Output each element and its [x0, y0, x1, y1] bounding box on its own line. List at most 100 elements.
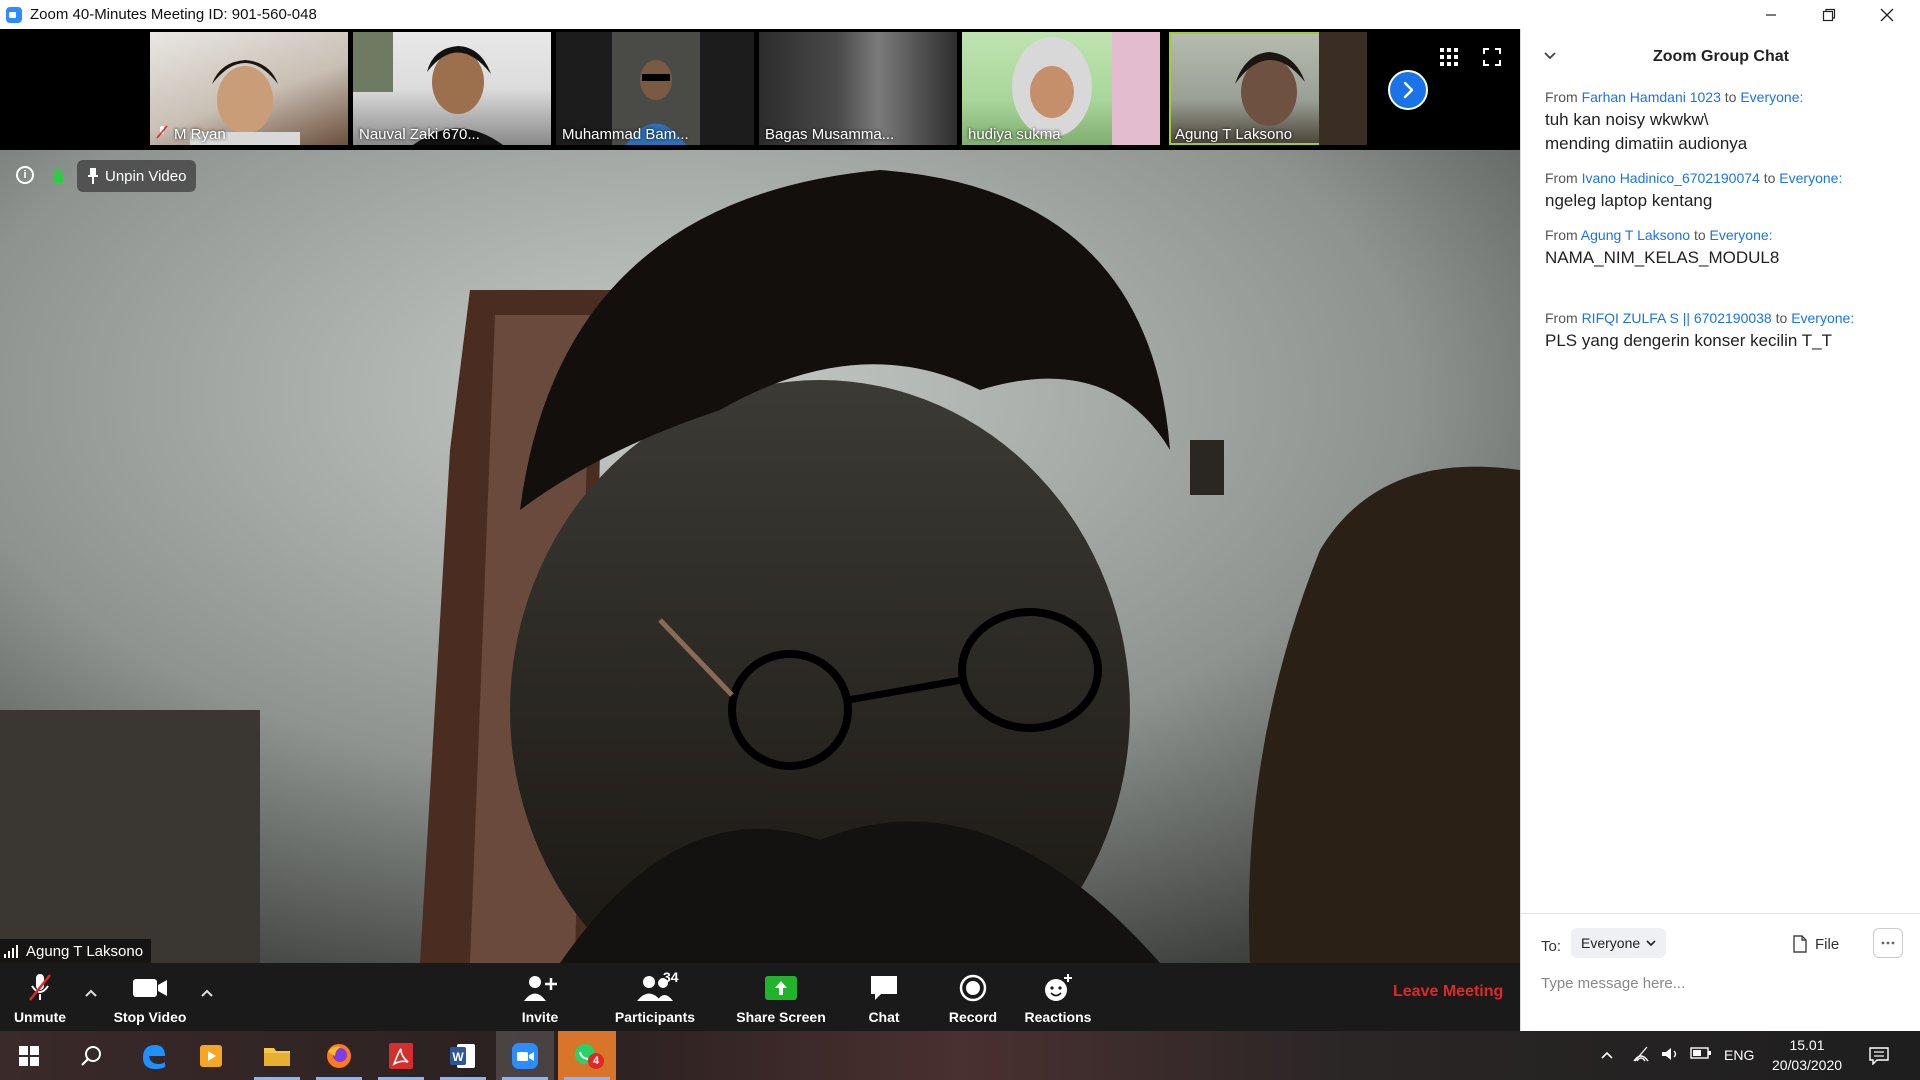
minimize-icon: [1766, 13, 1776, 16]
chevron-up-icon: [201, 989, 213, 997]
add-person-icon: [524, 976, 557, 1001]
encryption-lock-icon[interactable]: [52, 167, 64, 183]
action-center-button[interactable]: [1850, 1031, 1908, 1080]
taskbar-zoom[interactable]: [496, 1031, 554, 1080]
taskbar-firefox[interactable]: [310, 1031, 368, 1080]
close-icon: [1880, 8, 1894, 21]
chat-recipient: Everyone:: [1791, 310, 1855, 326]
taskbar-file-explorer[interactable]: [248, 1031, 306, 1080]
grid-icon: [1440, 48, 1458, 66]
stop-video-label: Stop Video: [113, 1009, 187, 1025]
taskbar-whatsapp[interactable]: 4: [558, 1031, 616, 1080]
chevron-down-icon[interactable]: [1543, 49, 1557, 63]
participants-count: 34: [663, 969, 679, 985]
chat-button[interactable]: Chat: [862, 963, 906, 1031]
meeting-info-icon[interactable]: i: [16, 166, 34, 184]
network-icon[interactable]: [1632, 1045, 1650, 1066]
chat-bubble-icon: [871, 976, 897, 1000]
whatsapp-badge: 4: [588, 1053, 604, 1069]
participant-strip: M Ryan Nauval Zaki 670... Muhammad Bam..…: [0, 29, 1520, 150]
record-button[interactable]: Record: [945, 963, 1001, 1031]
search-icon: [81, 1045, 101, 1066]
chat-label: Chat: [868, 1009, 900, 1025]
windows-taskbar: W 4 ENG 15.01 20/03/2020: [0, 1031, 1920, 1080]
participant-thumbnail-active[interactable]: Agung T Laksono: [1169, 32, 1367, 145]
chat-recipient: Everyone:: [1740, 89, 1804, 105]
chat-message-header: From Farhan Hamdani 1023 to Everyone:: [1545, 89, 1804, 105]
chat-message-text: tuh kan noisy wkwkw\: [1545, 110, 1709, 129]
minimize-button[interactable]: [1742, 0, 1800, 29]
media-player-icon: [200, 1044, 222, 1067]
chat-sender[interactable]: Agung T Laksono: [1581, 227, 1690, 243]
show-hidden-icons-button[interactable]: [1600, 1047, 1614, 1063]
signal-strength-icon: [4, 945, 18, 958]
chat-recipient: Everyone:: [1779, 170, 1843, 186]
leave-meeting-button[interactable]: Leave Meeting: [1393, 983, 1503, 1001]
invite-button[interactable]: Invite: [508, 963, 572, 1031]
record-label: Record: [948, 1009, 998, 1025]
chat-message-text: mending dimatiin audionya: [1545, 134, 1748, 153]
emoji-plus-icon: [1045, 974, 1072, 1001]
unpin-video-button[interactable]: Unpin Video: [77, 160, 197, 192]
active-speaker-name: Agung T Laksono: [26, 942, 144, 960]
system-clock[interactable]: 15.01 20/03/2020: [1762, 1035, 1852, 1075]
file-button[interactable]: File: [1793, 930, 1839, 958]
invite-label: Invite: [521, 1009, 559, 1025]
battery-icon[interactable]: [1690, 1046, 1712, 1063]
file-explorer-icon: [264, 1047, 290, 1066]
restore-icon: [1822, 8, 1836, 21]
main-video: i Unpin Video Agung T Laksono: [0, 150, 1520, 963]
acrobat-icon: [389, 1042, 413, 1069]
audio-options-caret[interactable]: [84, 985, 98, 1001]
taskbar-acrobat[interactable]: [372, 1031, 430, 1080]
chat-header: Zoom Group Chat: [1521, 29, 1920, 85]
chat-message: From RIFQI ZULFA S || 6702190038 to Ever…: [1545, 310, 1905, 353]
taskbar-word[interactable]: W: [434, 1031, 492, 1080]
recipient-select[interactable]: Everyone: [1571, 928, 1667, 958]
volume-icon[interactable]: [1660, 1045, 1680, 1066]
fullscreen-button[interactable]: [1479, 44, 1505, 70]
muted-mic-icon: [29, 974, 51, 1001]
unmute-button[interactable]: Unmute: [8, 963, 72, 1031]
share-screen-button[interactable]: Share Screen: [730, 963, 832, 1031]
participant-name: Bagas Musamma...: [765, 126, 895, 143]
meeting-toolbar: Unmute Stop Video Invite 34 Participants…: [0, 963, 1520, 1031]
file-icon: [1793, 935, 1807, 953]
taskbar-search-button[interactable]: [62, 1031, 120, 1080]
edge-icon: [143, 1044, 165, 1069]
gallery-view-button[interactable]: [1436, 44, 1462, 70]
participant-thumbnail[interactable]: Nauval Zaki 670...: [353, 32, 551, 145]
participants-button[interactable]: 34 Participants: [610, 963, 700, 1031]
firefox-icon: [327, 1043, 351, 1068]
participant-name: M Ryan: [156, 125, 226, 143]
chat-message-text: PLS yang dengerin konser kecilin T_T: [1545, 331, 1832, 350]
chat-sender[interactable]: Farhan Hamdani 1023: [1582, 89, 1721, 105]
participants-label: Participants: [614, 1009, 696, 1025]
chat-sender[interactable]: Ivano Hadinico_6702190074: [1582, 170, 1760, 186]
restore-button[interactable]: [1800, 0, 1858, 29]
stop-video-button[interactable]: Stop Video: [108, 963, 192, 1031]
taskbar-edge[interactable]: [124, 1031, 182, 1080]
language-indicator[interactable]: ENG: [1724, 1047, 1754, 1063]
chat-message: From Ivano Hadinico_6702190074 to Everyo…: [1545, 170, 1905, 213]
chat-message-input[interactable]: [1541, 970, 1901, 996]
start-button[interactable]: [0, 1031, 58, 1080]
taskbar-media-player[interactable]: [182, 1031, 240, 1080]
video-options-caret[interactable]: [200, 985, 214, 1001]
file-label: File: [1815, 935, 1840, 953]
chat-message-list: From Farhan Hamdani 1023 to Everyone: tu…: [1545, 89, 1905, 367]
chat-panel: Zoom Group Chat From Farhan Hamdani 1023…: [1520, 29, 1920, 1031]
participant-name: Muhammad Bam...: [562, 126, 689, 143]
more-options-button[interactable]: [1873, 928, 1903, 958]
participant-thumbnail[interactable]: Bagas Musamma...: [759, 32, 957, 145]
participant-thumbnail[interactable]: Muhammad Bam...: [556, 32, 754, 145]
chat-sender[interactable]: RIFQI ZULFA S || 6702190038: [1582, 310, 1772, 326]
clock-date: 20/03/2020: [1771, 1057, 1843, 1073]
share-screen-icon: [765, 976, 797, 1000]
participant-thumbnail[interactable]: hudiya sukma: [962, 32, 1160, 145]
to-label: To:: [1541, 938, 1562, 955]
reactions-button[interactable]: Reactions: [1022, 963, 1094, 1031]
close-button[interactable]: [1858, 0, 1916, 29]
participant-thumbnail[interactable]: M Ryan: [150, 32, 348, 145]
next-page-button[interactable]: [1388, 70, 1428, 110]
